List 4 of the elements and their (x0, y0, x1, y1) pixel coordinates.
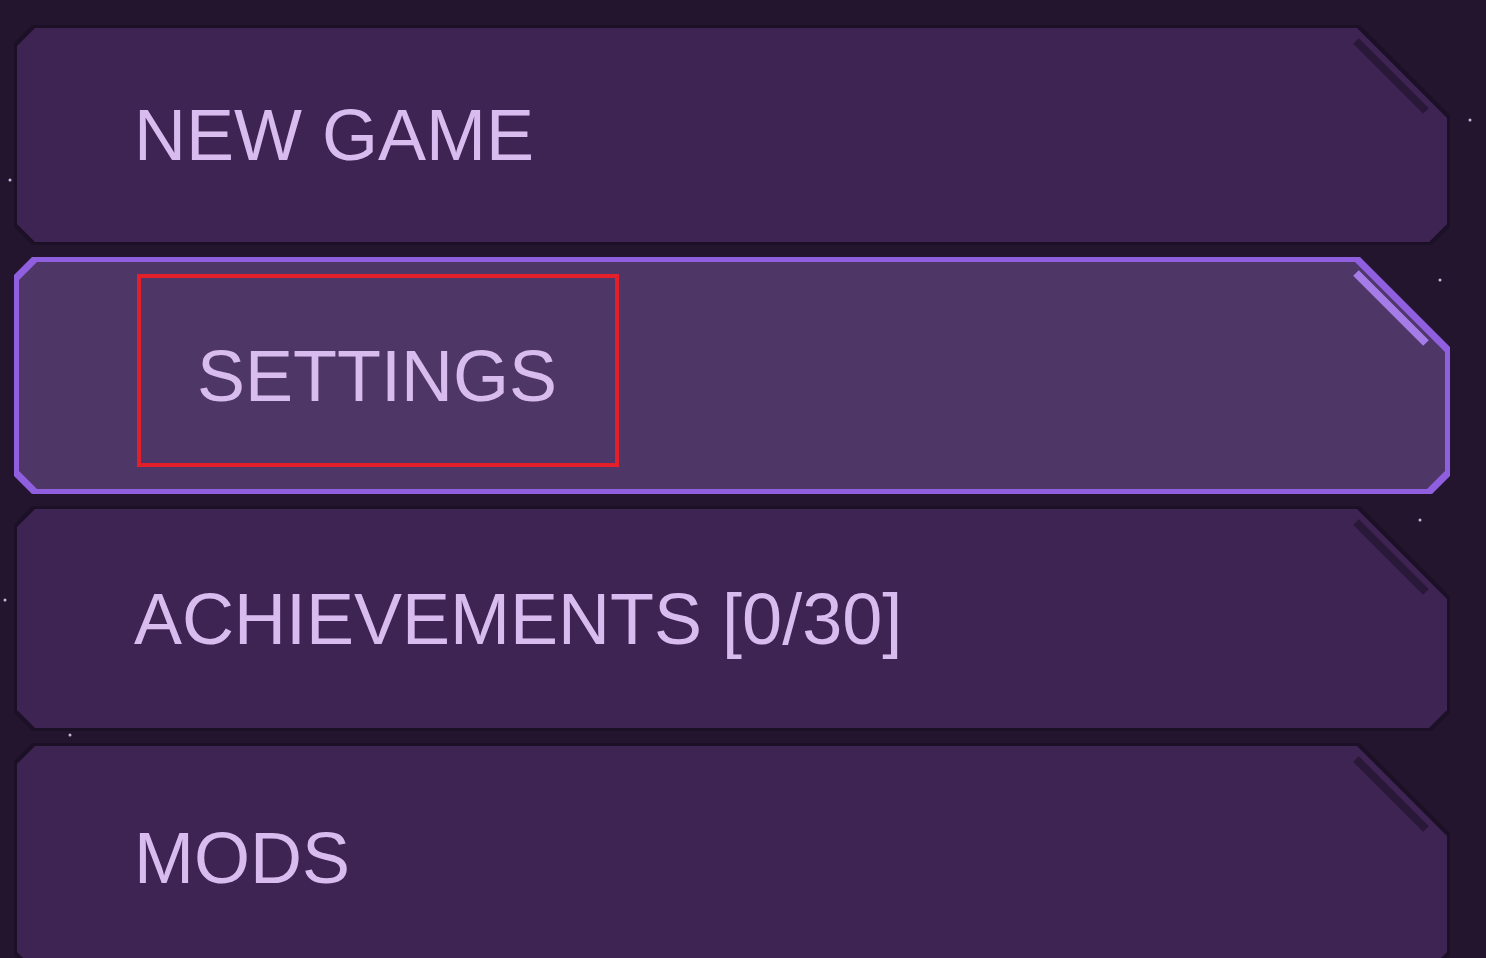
menu-item[interactable]: ACHIEVEMENTS [0/30] (14, 506, 1450, 731)
menu-item[interactable]: NEW GAME (14, 25, 1450, 245)
menu-item[interactable]: MODS (14, 743, 1450, 958)
menu-item[interactable]: SETTINGS (14, 257, 1450, 494)
